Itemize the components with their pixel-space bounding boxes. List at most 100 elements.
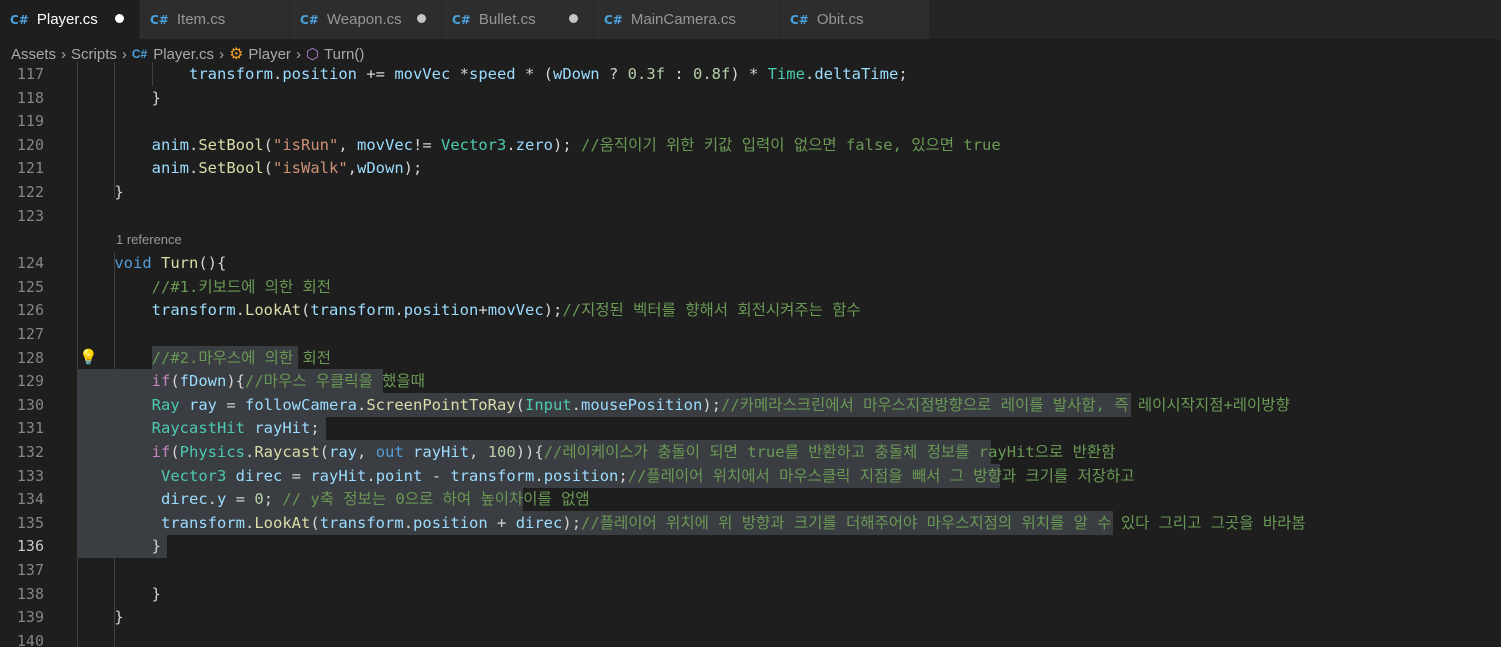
code-line[interactable]: 136 } (0, 534, 1501, 559)
code-token: ( (515, 395, 525, 414)
tab-label: Weapon.cs (326, 11, 402, 28)
code-line[interactable]: 126 transform.LookAt(transform.position+… (0, 298, 1501, 322)
code-line[interactable]: 139 } (0, 605, 1501, 629)
code-line[interactable]: 123 (0, 204, 1501, 228)
line-number: 129 (16, 372, 44, 391)
code-line[interactable]: 131 RaycastHit rayHit; (0, 416, 1501, 441)
code-editor[interactable]: 1 reference 💡 117 transform.position += … (0, 62, 1501, 647)
code-token: ( (319, 443, 330, 461)
code-text: if(fDown){//마우스 우클릭을 했을때 (77, 369, 425, 393)
code-token: ; (263, 490, 283, 509)
code-line[interactable]: 127 (0, 322, 1501, 346)
breadcrumb-method[interactable]: Turn() (324, 46, 364, 63)
unsaved-dot-icon[interactable] (115, 14, 124, 23)
line-number: 119 (16, 112, 44, 131)
tab-bullet-cs[interactable]: C# Bullet.cs (442, 0, 594, 39)
code-token: //#1.키보드에 의한 회전 (151, 277, 332, 296)
code-token: rayHit (254, 419, 311, 438)
code-line[interactable]: 140 (0, 629, 1501, 647)
code-token: + (487, 513, 516, 532)
code-line[interactable]: 122 } (0, 180, 1501, 204)
code-line[interactable]: 124 void Turn(){ (0, 251, 1501, 275)
code-token: rayHit (413, 443, 470, 461)
codelens-references[interactable]: 1 reference (116, 229, 182, 251)
code-token: position (282, 65, 357, 83)
code-token: fDown (179, 372, 227, 391)
code-line[interactable]: 137 (0, 558, 1501, 582)
code-token: y (217, 490, 227, 509)
code-token: LookAt (245, 301, 301, 320)
code-line[interactable]: 129 if(fDown){//마우스 우클릭을 했을때 (0, 369, 1501, 394)
breadcrumb-assets[interactable]: Assets (11, 46, 56, 63)
code-line[interactable]: 130 Ray ray = followCamera.ScreenPointTo… (0, 392, 1501, 417)
unsaved-dot-icon[interactable] (417, 14, 426, 23)
line-number: 121 (16, 159, 44, 178)
code-token: . (272, 65, 283, 83)
line-number: 127 (16, 325, 44, 343)
code-token: point (375, 466, 423, 485)
breadcrumb-scripts[interactable]: Scripts (71, 46, 117, 63)
code-line[interactable]: 135 transform.LookAt(transform.position … (0, 510, 1501, 535)
csharp-file-icon: C# (131, 47, 148, 61)
code-token: } (77, 537, 161, 556)
code-token: //카메라스크린에서 마우스지점방향으로 레이를 발사함, 즉 레이시작지점+레… (721, 395, 1290, 414)
code-token: : (664, 65, 693, 83)
code-line[interactable]: 117 transform.position += movVec *speed … (0, 62, 1501, 86)
line-number: 128 (16, 348, 44, 367)
code-token: ( (310, 513, 320, 532)
code-token: //#2.마우스에 의한 회전 (151, 348, 332, 367)
code-token: . (534, 466, 544, 485)
code-token: . (245, 513, 255, 532)
code-line[interactable]: 125 //#1.키보드에 의한 회전 (0, 275, 1501, 299)
code-token: //마우스 우클릭을 했을때 (245, 372, 425, 391)
line-number: 130 (16, 395, 44, 414)
code-token: (){ (198, 254, 227, 273)
tab-obit-cs[interactable]: C# Obit.cs (780, 0, 930, 39)
code-token: if (151, 372, 171, 391)
code-token: speed (468, 65, 516, 83)
code-token: RaycastHit (151, 419, 245, 438)
code-token: . (506, 135, 516, 154)
code-token: . (188, 159, 199, 178)
code-line[interactable]: 133 Vector3 direc = rayHit.point - trans… (0, 463, 1501, 488)
tab-label: MainCamera.cs (630, 11, 736, 28)
code-token: 100 (487, 443, 516, 461)
code-line[interactable]: 132 if(Physics.Raycast(ray, out rayHit, … (0, 440, 1501, 464)
code-line[interactable]: 138 } (0, 582, 1501, 606)
tab-item-cs[interactable]: C# Item.cs (140, 0, 290, 39)
code-line[interactable]: 121 anim.SetBool("isWalk",wDown); (0, 156, 1501, 180)
code-token: ray (329, 443, 358, 461)
tab-maincamera-cs[interactable]: C# MainCamera.cs (594, 0, 780, 39)
code-token: ); (702, 395, 721, 414)
tab-weapon-cs[interactable]: C# Weapon.cs (290, 0, 442, 39)
code-text: Ray ray = followCamera.ScreenPointToRay(… (77, 393, 1290, 417)
line-number: 124 (16, 254, 44, 273)
chevron-right-icon: › (61, 45, 67, 63)
code-token: = (282, 466, 311, 485)
code-line[interactable]: 118 } (0, 86, 1501, 110)
breadcrumb-file[interactable]: Player.cs (153, 46, 214, 63)
code-line[interactable]: 119 (0, 109, 1501, 133)
code-line[interactable]: 134 direc.y = 0; // y축 정보는 0으로 하여 높이차이를 … (0, 487, 1501, 512)
code-token: . (403, 513, 414, 532)
code-line[interactable]: 128 //#2.마우스에 의한 회전 (0, 345, 1501, 370)
code-line[interactable]: 120 anim.SetBool("isRun", movVec!= Vecto… (0, 133, 1501, 157)
breadcrumb-class[interactable]: Player (248, 46, 291, 63)
code-token: movVec (394, 65, 451, 83)
unsaved-dot-icon[interactable] (569, 14, 578, 23)
code-token: transform (151, 301, 236, 320)
code-token: ( (301, 301, 311, 320)
code-token: )) (515, 443, 535, 461)
code-token: } (77, 88, 161, 107)
code-token: ){ (226, 372, 246, 391)
code-token: Physics (179, 443, 245, 461)
csharp-file-icon: C# (300, 12, 319, 27)
code-text: } (77, 534, 161, 558)
tab-player-cs[interactable]: C# Player.cs (0, 0, 140, 39)
chevron-right-icon: › (121, 45, 127, 63)
